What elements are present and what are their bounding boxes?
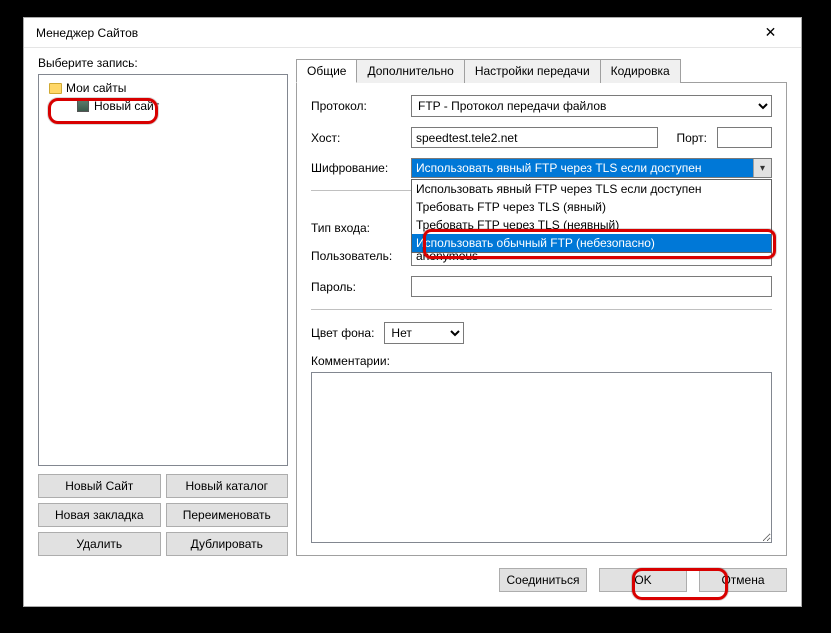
- chevron-down-icon[interactable]: ▾: [753, 159, 771, 177]
- separator: [311, 309, 772, 310]
- bgcolor-select[interactable]: Нет: [384, 322, 464, 344]
- port-input[interactable]: [717, 127, 772, 148]
- new-folder-button[interactable]: Новый каталог: [166, 474, 289, 498]
- tree-site-item[interactable]: Новый сайт: [77, 99, 283, 113]
- tab-strip: Общие Дополнительно Настройки передачи К…: [296, 58, 787, 83]
- logon-type-label: Тип входа:: [311, 221, 407, 235]
- password-input[interactable]: [411, 276, 772, 297]
- port-label: Порт:: [676, 131, 707, 145]
- right-pane: Общие Дополнительно Настройки передачи К…: [296, 56, 787, 556]
- tab-general[interactable]: Общие: [296, 59, 357, 83]
- server-icon: [77, 100, 89, 112]
- user-label: Пользователь:: [311, 249, 407, 263]
- close-button[interactable]: ✕: [748, 18, 793, 47]
- ok-button[interactable]: OK: [599, 568, 687, 592]
- encryption-dropdown-list[interactable]: Использовать явный FTP через TLS если до…: [411, 179, 772, 253]
- delete-button[interactable]: Удалить: [38, 532, 161, 556]
- folder-icon: [49, 83, 62, 94]
- tree-buttons: Новый Сайт Новый каталог Новая закладка …: [38, 474, 288, 556]
- tab-charset[interactable]: Кодировка: [600, 59, 681, 83]
- new-site-button[interactable]: Новый Сайт: [38, 474, 161, 498]
- folder-label: Мои сайты: [66, 81, 126, 95]
- tab-body-general: Протокол: FTP - Протокол передачи файлов…: [296, 83, 787, 556]
- tab-advanced[interactable]: Дополнительно: [356, 59, 464, 83]
- titlebar: Менеджер Сайтов ✕: [24, 18, 801, 48]
- encryption-option[interactable]: Требовать FTP через TLS (явный): [412, 198, 771, 216]
- comments-label: Комментарии:: [311, 354, 772, 368]
- protocol-label: Протокол:: [311, 99, 407, 113]
- cancel-button[interactable]: Отмена: [699, 568, 787, 592]
- site-manager-dialog: Менеджер Сайтов ✕ Выберите запись: Мои с…: [23, 17, 802, 607]
- site-item-label: Новый сайт: [94, 99, 159, 113]
- dialog-footer: Соединиться OK Отмена: [38, 556, 787, 592]
- select-entry-label: Выберите запись:: [38, 56, 288, 70]
- encryption-selected-text: Использовать явный FTP через TLS если до…: [412, 159, 753, 177]
- password-label: Пароль:: [311, 280, 407, 294]
- duplicate-button[interactable]: Дублировать: [166, 532, 289, 556]
- bgcolor-label: Цвет фона:: [311, 326, 374, 340]
- host-input[interactable]: [411, 127, 658, 148]
- protocol-select[interactable]: FTP - Протокол передачи файлов: [411, 95, 772, 117]
- new-bookmark-button[interactable]: Новая закладка: [38, 503, 161, 527]
- site-tree[interactable]: Мои сайты Новый сайт: [38, 74, 288, 466]
- dialog-content: Выберите запись: Мои сайты Новый сайт Но…: [24, 48, 801, 606]
- tab-transfer[interactable]: Настройки передачи: [464, 59, 601, 83]
- comments-textarea[interactable]: [311, 372, 772, 543]
- window-title: Менеджер Сайтов: [36, 26, 748, 40]
- encryption-option[interactable]: Требовать FTP через TLS (неявный): [412, 216, 771, 234]
- tree-root-folder[interactable]: Мои сайты: [43, 81, 283, 95]
- encryption-option-highlighted[interactable]: Использовать обычный FTP (небезопасно): [412, 234, 771, 252]
- host-label: Хост:: [311, 131, 407, 145]
- encryption-option[interactable]: Использовать явный FTP через TLS если до…: [412, 180, 771, 198]
- left-pane: Выберите запись: Мои сайты Новый сайт Но…: [38, 56, 288, 556]
- encryption-select[interactable]: Использовать явный FTP через TLS если до…: [411, 158, 772, 178]
- encryption-label: Шифрование:: [311, 161, 407, 175]
- connect-button[interactable]: Соединиться: [499, 568, 587, 592]
- rename-button[interactable]: Переименовать: [166, 503, 289, 527]
